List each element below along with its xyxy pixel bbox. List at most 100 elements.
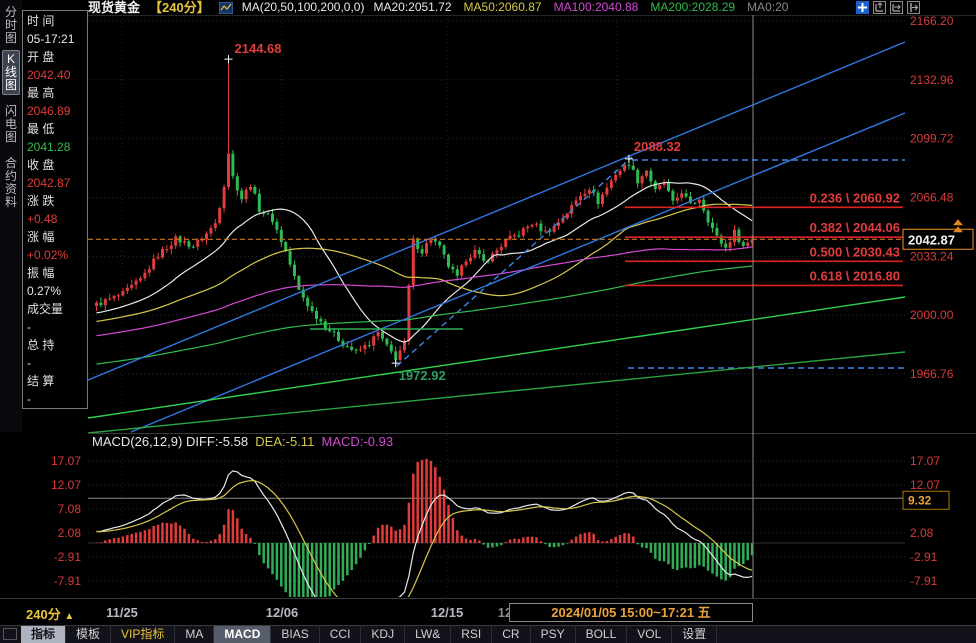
svg-text:1966.76: 1966.76	[910, 367, 954, 381]
annotation-1972.92: 1972.92	[399, 368, 446, 383]
date-tick: 12/06	[266, 605, 299, 620]
toolbar-item-BIAS[interactable]: BIAS	[271, 626, 319, 643]
toolbar-item-BOLL[interactable]: BOLL	[576, 626, 628, 643]
macd-left-axis-label: -2.91	[54, 550, 81, 564]
info-label: 收 盘	[27, 156, 83, 174]
ma-legend-item: MA0:20	[747, 0, 788, 15]
toolbar-corner-icon[interactable]	[3, 628, 17, 640]
toolbar-item-指标[interactable]: 指标	[21, 626, 66, 643]
fibonacci-retracement[interactable]: 0.236 \ 2060.92 0.382 \ 2044.06 0.500 \ 20…	[625, 190, 903, 285]
toolbar-item-KDJ[interactable]: KDJ	[361, 626, 405, 643]
svg-text:12.07: 12.07	[910, 478, 940, 492]
macd-diff-value: DIFF:-5.58	[186, 434, 248, 449]
sidebar-tab-4[interactable]: 合约资料	[3, 155, 19, 211]
toolbar-item-LW&[interactable]: LW&	[405, 626, 451, 643]
annotation-2088.32: 2088.32	[634, 139, 681, 154]
info-label: 时 间	[27, 12, 83, 30]
macd-left-axis-label: -7.91	[54, 574, 81, 588]
toolbar-item-VOL[interactable]: VOL	[627, 626, 672, 643]
chart-type-tabstrip: 分时图 K线图闪电图合约资料	[0, 0, 22, 432]
macd-right-axis: 17.0712.072.08-2.91-7.919.32	[903, 454, 949, 588]
info-label: 结 算	[27, 372, 83, 390]
toolbar-item-设置[interactable]: 设置	[672, 626, 717, 643]
grid-lines	[88, 15, 905, 598]
scale-horizontal-icon[interactable]	[890, 1, 903, 14]
ma-line-MA20	[97, 182, 753, 342]
fib-label-0.618: 0.618 \ 2016.80	[810, 268, 900, 283]
info-value: -	[27, 354, 83, 372]
toolbar-item-PSY[interactable]: PSY	[531, 626, 576, 643]
macd-dea-value: DEA:-5.11	[255, 434, 314, 449]
period-tag[interactable]: 【240分】	[149, 0, 210, 15]
svg-text:2.08: 2.08	[910, 526, 934, 540]
price-axis: 2166.202132.962099.722066.482033.242000.…	[903, 15, 973, 381]
macd-macd-value: MACD:-0.93	[322, 434, 394, 449]
date-tick: 12/15	[431, 605, 464, 620]
svg-text:-2.91: -2.91	[910, 550, 938, 564]
sidebar-tab-1[interactable]: 分时图	[3, 4, 19, 47]
ma-legend-item: MA50:2060.87	[464, 0, 542, 15]
info-value: 05-17:21	[27, 30, 83, 48]
ma-legend-item: MA20:2051.72	[373, 0, 451, 15]
toolbar-item-MACD[interactable]: MACD	[214, 626, 271, 643]
trading-terminal: 0.236 \ 2060.92 0.382 \ 2044.06 0.500 \ 20…	[0, 0, 976, 643]
ma-legend: MA20:2051.72 MA50:2060.87 MA100:2040.88 MA2…	[373, 0, 788, 15]
indicator-toolbar: 指标模板VIP指标MAMACDBIASCCIKDJLW&RSICRPSYBOLL…	[0, 625, 976, 643]
info-label: 成交量	[27, 300, 83, 318]
info-value: 2042.87	[27, 174, 83, 192]
quote-info-panel: 时 间05-17:21开 盘2042.40最 高2046.89最 低2041.2…	[22, 10, 88, 409]
ma-legend-item: MA100:2040.88	[554, 0, 639, 15]
ma-line-MA100	[97, 247, 753, 336]
sidebar-tab-3[interactable]: 闪电图	[3, 103, 19, 146]
toolbar-item-MA[interactable]: MA	[175, 626, 214, 643]
info-label: 总 持	[27, 336, 83, 354]
svg-text:2099.72: 2099.72	[910, 132, 954, 146]
macd-legend: MACD(26,12,9) DIFF:-5.58 DEA:-5.11 MACD:…	[92, 434, 393, 449]
svg-text:2000.00: 2000.00	[910, 308, 954, 322]
sidebar-tab-2[interactable]: K线图	[2, 50, 20, 95]
annotation-2144.68: 2144.68	[235, 41, 282, 56]
info-label: 涨 跌	[27, 192, 83, 210]
info-label: 开 盘	[27, 48, 83, 66]
toolbar-item-CCI[interactable]: CCI	[320, 626, 362, 643]
info-value: 2046.89	[27, 102, 83, 120]
info-label: 最 低	[27, 120, 83, 138]
svg-text:2132.96: 2132.96	[910, 73, 954, 87]
ma-params: MA(20,50,100,200,0,0)	[242, 0, 365, 15]
kline-macd-chart[interactable]: 0.236 \ 2060.92 0.382 \ 2044.06 0.500 \ 20…	[88, 15, 976, 598]
info-value: +0.48	[27, 210, 83, 228]
macd-left-axis-label: 2.08	[58, 526, 81, 540]
scale-vertical-icon[interactable]	[873, 1, 886, 14]
toolbar-item-RSI[interactable]: RSI	[451, 626, 492, 643]
svg-text:9.32: 9.32	[908, 493, 932, 507]
svg-text:2042.87: 2042.87	[908, 232, 955, 247]
period-selector[interactable]: 240分 ▲	[26, 604, 74, 623]
kline-icon[interactable]	[219, 2, 233, 14]
toolbar-item-VIP指标[interactable]: VIP指标	[111, 626, 175, 643]
chart-header: 现货黄金 【240分】 MA(20,50,100,200,0,0) MA20:2…	[88, 0, 856, 15]
shift-right-icon[interactable]	[907, 1, 920, 14]
ma-legend-item: MA200:2028.29	[650, 0, 735, 15]
svg-text:2166.20: 2166.20	[910, 15, 954, 28]
cursor-datetime-box: 2024/01/05 15:00~17:21 五	[509, 603, 753, 622]
crosshair-icon[interactable]	[856, 1, 869, 14]
blue-dashed-low-to-high	[397, 157, 632, 366]
symbol-name: 现货黄金	[88, 0, 140, 15]
green-support-lower	[88, 352, 905, 433]
info-value: +0.02%	[27, 246, 83, 264]
info-label: 最 高	[27, 84, 83, 102]
info-value: -	[27, 390, 83, 408]
toolbar-item-模板[interactable]: 模板	[66, 626, 111, 643]
info-label: 振 幅	[27, 264, 83, 282]
info-value: 0.27%	[27, 282, 83, 300]
svg-text:17.07: 17.07	[910, 454, 940, 468]
info-value: 2041.28	[27, 138, 83, 156]
info-label: 涨 幅	[27, 228, 83, 246]
fib-label-0.382: 0.382 \ 2044.06	[810, 220, 900, 235]
macd-left-axis-label: 12.07	[51, 478, 81, 492]
blue-channel-upper	[88, 42, 905, 380]
toolbar-item-CR[interactable]: CR	[492, 626, 530, 643]
fib-label-0.500: 0.500 \ 2030.43	[810, 244, 900, 259]
svg-text:2066.48: 2066.48	[910, 191, 954, 205]
fib-label-0.236: 0.236 \ 2060.92	[810, 190, 900, 205]
